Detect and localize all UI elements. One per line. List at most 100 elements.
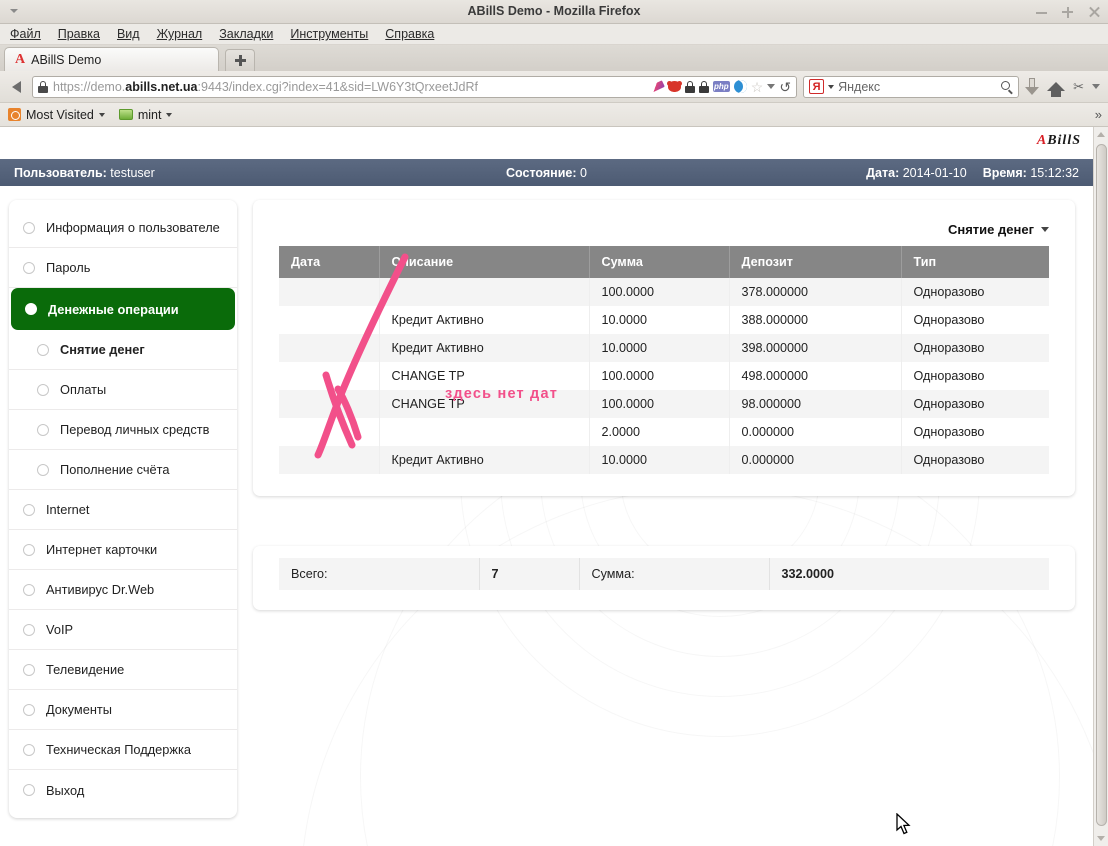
menu-item-view[interactable]: Вид [117,27,140,41]
sidebar-item-television[interactable]: Телевидение [9,650,237,690]
cell-description: Кредит Активно [379,306,590,334]
bookmark-mint[interactable]: mint [118,107,173,122]
dropdown-caret-icon[interactable] [767,84,776,89]
menu-item-tools[interactable]: Инструменты [290,27,368,41]
search-icon[interactable] [1001,80,1013,95]
minimize-button[interactable] [1036,6,1048,18]
downloads-icon[interactable] [1025,78,1040,95]
cell-type: Одноразово [913,453,985,467]
menu-item-history[interactable]: Журнал [157,27,203,41]
table-row: 100.0000 378.000000 Одноразово [279,278,1049,306]
menu-bookmarks-label: Закладки [219,27,274,41]
cell-deposit: 398.000000 [729,334,902,362]
page-content: ABillS Пользователь: testuser Состояние:… [0,127,1093,846]
sidebar-item-internet-cards[interactable]: Интернет карточки [9,530,237,570]
summary-sum-label: Сумма: [579,558,770,590]
star-icon[interactable]: ☆ [751,80,764,94]
sidebar-item-logout[interactable]: Выход [9,770,237,810]
tab-title: ABillS Demo [31,52,102,67]
vertical-scrollbar[interactable] [1093,127,1108,846]
scrollbar-thumb[interactable] [1095,144,1107,826]
moon-icon[interactable] [733,80,747,93]
bookmark-most-visited[interactable]: Most Visited [8,108,105,122]
cell-sum: 100.0000 [589,390,730,418]
search-bar[interactable]: Я Яндекс [803,75,1020,98]
bug-icon[interactable] [666,81,682,92]
yandex-icon[interactable]: Я [809,79,825,94]
lock-icon-3[interactable] [698,80,709,93]
table-row: Кредит Активно 10.0000 388.000000 Однора… [279,306,1049,334]
php-icon[interactable]: php [712,81,730,92]
th-type[interactable]: Тип [901,246,1049,278]
cell-description [379,418,590,446]
th-description[interactable]: Описание [379,246,590,278]
scroll-down-button[interactable] [1094,831,1108,846]
search-engine-caret-icon[interactable] [828,84,835,89]
sidebar-item-tech-support[interactable]: Техническая Поддержка [9,730,237,770]
sidebar-item-label: Пароль [46,260,91,275]
sidebar-item-user-info[interactable]: Информация о пользователе [9,208,237,248]
bookmark-label: Most Visited [26,107,94,122]
new-tab-button[interactable] [225,49,255,71]
th-sum[interactable]: Сумма [589,246,730,278]
toolbar-overflow-caret-icon[interactable] [1092,84,1100,89]
close-button[interactable] [1088,6,1100,18]
chevron-down-icon [166,112,173,117]
status-date-value: 2014-01-10 [902,165,967,180]
reload-icon[interactable]: ↺ [779,80,791,94]
status-time-value: 15:12:32 [1030,165,1079,180]
sidebar-item-internet[interactable]: Internet [9,490,237,530]
status-state: Состояние: 0 [506,166,587,180]
menu-item-file[interactable]: Файл [10,27,41,41]
plus-icon [234,55,246,66]
scrollbar-track[interactable] [1094,142,1108,831]
th-date[interactable]: Дата [279,246,380,278]
cell-deposit: 0.000000 [729,446,902,474]
radio-icon [23,623,35,636]
radio-icon-selected [25,303,37,315]
sidebar-item-voip[interactable]: VoIP [9,610,237,650]
bookmarks-overflow-icon[interactable]: » [1095,107,1102,122]
back-button[interactable] [6,77,26,97]
menu-item-help[interactable]: Справка [385,27,434,41]
radio-icon [23,543,35,556]
status-state-value: 0 [580,165,587,180]
table-header-row: Дата Описание Сумма Депозит Тип [279,246,1049,278]
menu-item-edit[interactable]: Правка [58,27,100,41]
window-title: ABillS Demo - Mozilla Firefox [467,4,641,18]
tab-abills-demo[interactable]: A ABillS Demo [4,47,219,71]
sidebar-item-password[interactable]: Пароль [9,248,237,288]
url-text: https://demo.abills.net.ua:9443/index.cg… [53,79,479,94]
toolbar-right-icons: ✂ [1025,78,1102,97]
bookmark-label: mint [137,107,162,122]
brand-bar: ABillS [0,127,1093,159]
url-bar[interactable]: https://demo.abills.net.ua:9443/index.cg… [32,75,798,98]
sidebar-item-account-topup[interactable]: Пополнение счёта [9,450,237,490]
sidebar-item-documents[interactable]: Документы [9,690,237,730]
home-icon[interactable] [1047,82,1066,97]
operation-type-dropdown[interactable]: Снятие денег [948,222,1049,237]
lock-icon-2[interactable] [684,80,695,93]
status-date: Дата: 2014-01-10 [866,166,967,180]
table-row: Кредит Активно 10.0000 0.000000 Одноразо… [279,446,1049,474]
sidebar-item-payments[interactable]: Оплаты [9,370,237,410]
sidebar-item-antivirus[interactable]: Антивирус Dr.Web [9,570,237,610]
search-input[interactable]: Яндекс [838,80,997,94]
tab-bar: A ABillS Demo [0,45,1108,71]
sidebar-item-personal-transfer[interactable]: Перевод личных средств [9,410,237,450]
sidebar-item-money-operations[interactable]: Денежные операции [11,288,235,330]
sidebar-item-label: Выход [46,782,85,798]
firefox-window: ABillS Demo - Mozilla Firefox Файл Правк… [0,0,1108,846]
sidebar-item-withdrawal[interactable]: Снятие денег [9,330,237,370]
pen-icon[interactable] [648,80,665,93]
maximize-button[interactable] [1062,6,1074,18]
cell-sum: 10.0000 [589,446,730,474]
th-deposit[interactable]: Депозит [729,246,902,278]
cell-date [279,306,380,334]
bookmarks-toolbar: Most Visited mint » [0,103,1108,127]
scroll-up-button[interactable] [1094,127,1108,142]
menu-bar: Файл Правка Вид Журнал Закладки Инструме… [0,24,1108,45]
table-head: Дата Описание Сумма Депозит Тип [279,246,1049,278]
tools-icon[interactable]: ✂ [1073,79,1084,95]
menu-item-bookmarks[interactable]: Закладки [219,27,273,41]
